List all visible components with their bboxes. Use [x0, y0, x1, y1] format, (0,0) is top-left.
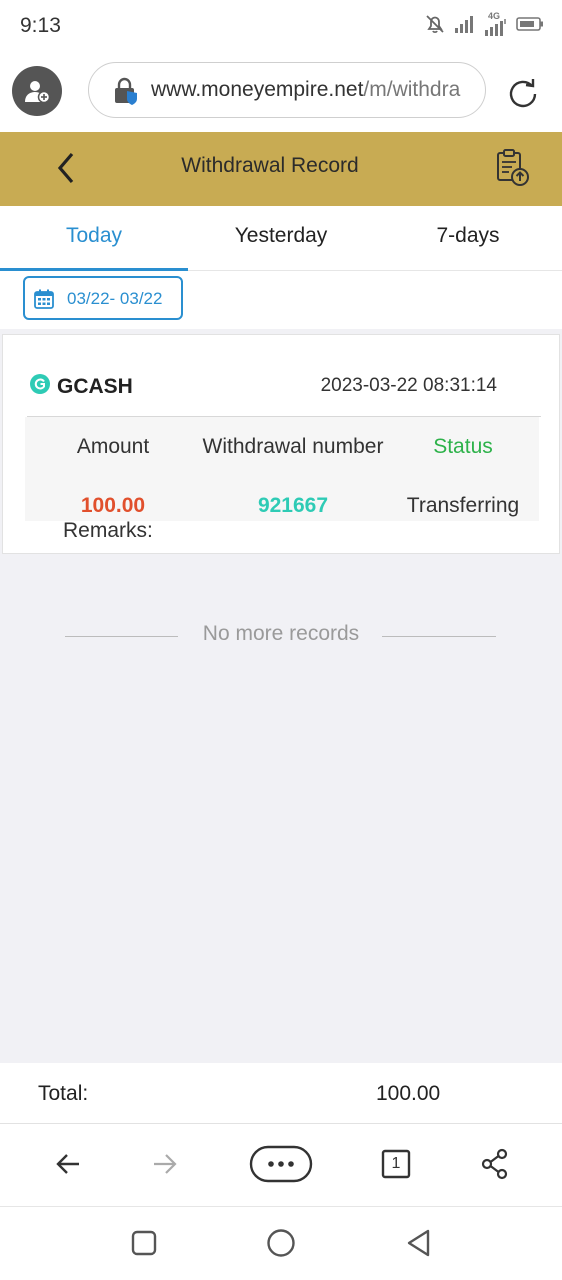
date-range-button[interactable]: 03/22- 03/22	[23, 276, 183, 320]
status-time: 9:13	[20, 14, 61, 37]
total-bar: Total: 100.00	[0, 1063, 562, 1124]
status-icons: 4G	[424, 11, 544, 40]
period-tabs: Today Yesterday 7-days	[0, 206, 562, 271]
url-path: /m/withdra	[363, 78, 461, 101]
browser-bottom-nav: 1	[0, 1124, 562, 1207]
page-title: Withdrawal Record	[181, 154, 359, 177]
share-icon[interactable]	[480, 1144, 510, 1189]
total-label: Total:	[38, 1082, 89, 1105]
tab-7-days[interactable]: 7-days	[374, 224, 562, 248]
payment-method-name: GCASH	[57, 374, 133, 398]
signal-4g-icon: 4G	[484, 11, 508, 37]
screen: 9:13 4G www.moneyempire.net/m/withdra Wi…	[0, 0, 562, 1280]
back-triangle-icon[interactable]	[404, 1225, 432, 1266]
clipboard-upload-icon[interactable]	[492, 148, 532, 193]
tabs-icon[interactable]: 1	[381, 1144, 411, 1184]
payment-method: GCASH	[29, 373, 133, 400]
gcash-logo-icon	[29, 373, 51, 400]
battery-icon	[516, 16, 544, 37]
mute-bell-icon	[424, 13, 446, 40]
profile-avatar-icon[interactable]	[12, 66, 62, 116]
record-details: Amount Withdrawal number Status 100.00 9…	[25, 417, 539, 521]
signal-icon	[454, 14, 476, 39]
date-filter-bar: 03/22- 03/22	[0, 271, 562, 329]
status-header: Status	[433, 435, 493, 458]
home-circle-icon[interactable]	[265, 1225, 297, 1266]
withdrawal-number-value: 921667	[257, 494, 329, 517]
withdrawal-number-header: Withdrawal number	[202, 435, 384, 458]
amount-value: 100.00	[80, 494, 146, 517]
url-text: www.moneyempire.net/m/withdra	[151, 78, 460, 102]
amount-header: Amount	[76, 435, 150, 458]
divider-right	[382, 636, 496, 637]
no-more-records-text: No more records	[202, 622, 360, 645]
record-datetime: 2023-03-22 08:31:14	[320, 375, 497, 396]
system-navigation-bar	[0, 1207, 562, 1280]
recents-square-icon[interactable]	[130, 1225, 158, 1266]
withdrawal-record-card: GCASH 2023-03-22 08:31:14 Amount Withdra…	[2, 334, 560, 554]
reload-icon[interactable]	[506, 76, 540, 115]
status-value: Transferring	[406, 494, 520, 517]
status-bar: 9:13 4G	[0, 0, 562, 52]
lock-shield-icon[interactable]	[111, 77, 141, 112]
browser-address-bar: www.moneyempire.net/m/withdra	[0, 52, 562, 132]
forward-icon[interactable]	[151, 1144, 179, 1189]
remarks-label: Remarks:	[63, 519, 153, 542]
calendar-icon	[33, 288, 55, 315]
total-value: 100.00	[376, 1082, 441, 1105]
date-range-label: 03/22- 03/22	[67, 289, 163, 308]
url-domain: www.moneyempire.net	[151, 78, 364, 101]
tab-today[interactable]: Today	[0, 224, 188, 248]
no-more-records: No more records	[0, 622, 562, 652]
more-icon[interactable]	[249, 1144, 313, 1189]
url-field[interactable]: www.moneyempire.net/m/withdra	[88, 62, 486, 118]
tab-yesterday[interactable]: Yesterday	[188, 224, 374, 248]
tab-count: 1	[391, 1155, 401, 1172]
app-header: Withdrawal Record	[0, 132, 562, 206]
back-icon[interactable]	[54, 1144, 82, 1189]
